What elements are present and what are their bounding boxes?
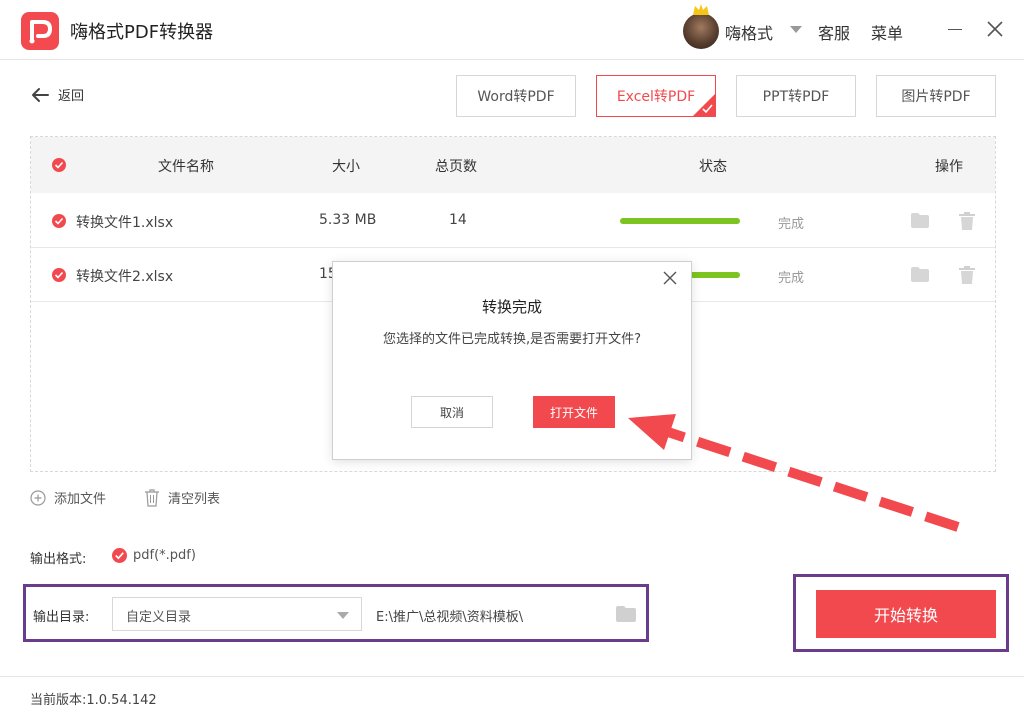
format-check-icon bbox=[112, 548, 127, 563]
output-dir-select-value: 自定义目录 bbox=[126, 610, 192, 625]
service-button[interactable]: 客服 bbox=[818, 20, 850, 44]
progress-bar bbox=[620, 218, 740, 224]
menu-button[interactable]: 菜单 bbox=[871, 20, 903, 44]
tab-ppt-to-pdf[interactable]: PPT转PDF bbox=[736, 75, 856, 117]
clear-list-button[interactable]: 清空列表 bbox=[144, 488, 220, 507]
footer: 当前版本:1.0.54.142 bbox=[0, 676, 1024, 720]
folder-icon[interactable] bbox=[616, 606, 636, 622]
trash-icon[interactable] bbox=[959, 266, 975, 284]
tab-label: Excel转PDF bbox=[616, 89, 696, 105]
file-pages: 14 bbox=[449, 212, 467, 228]
annotation-arrow-icon bbox=[628, 414, 960, 532]
list-header: 文件名称 大小 总页数 状态 操作 bbox=[31, 137, 995, 193]
clear-list-label: 清空列表 bbox=[168, 492, 221, 507]
app-logo-icon bbox=[21, 12, 59, 50]
header-name: 文件名称 bbox=[158, 159, 214, 175]
close-icon[interactable] bbox=[986, 20, 1004, 38]
folder-icon[interactable] bbox=[911, 213, 929, 228]
progress-fill bbox=[620, 218, 740, 224]
avatar[interactable] bbox=[683, 13, 719, 49]
output-dir-label: 输出目录: bbox=[33, 610, 90, 625]
cancel-button[interactable]: 取消 bbox=[411, 396, 493, 428]
add-circle-icon bbox=[30, 489, 46, 506]
dialog-title: 转换完成 bbox=[481, 298, 542, 316]
header-size: 大小 bbox=[332, 159, 360, 175]
header-status: 状态 bbox=[699, 159, 727, 175]
output-format-label: 输出格式: bbox=[30, 552, 87, 567]
status-text: 完成 bbox=[778, 217, 805, 232]
select-all-checkbox[interactable] bbox=[52, 158, 66, 172]
output-format-option[interactable]: pdf(*.pdf) bbox=[112, 548, 196, 563]
file-name: 转换文件1.xlsx bbox=[76, 215, 174, 231]
table-row[interactable]: 转换文件1.xlsx 5.33 MB 14 完成 bbox=[31, 194, 995, 248]
row-checkbox[interactable] bbox=[52, 268, 66, 282]
start-convert-button[interactable]: 开始转换 bbox=[816, 590, 996, 638]
minimize-icon[interactable] bbox=[948, 29, 962, 30]
trash-icon bbox=[145, 488, 159, 507]
dialog-message: 您选择的文件已完成转换,是否需要打开文件? bbox=[382, 332, 642, 347]
tab-check-icon bbox=[693, 94, 715, 116]
output-format-value: pdf(*.pdf) bbox=[133, 548, 196, 563]
chevron-down-icon bbox=[337, 612, 349, 619]
add-file-label: 添加文件 bbox=[54, 492, 107, 507]
folder-icon[interactable] bbox=[911, 267, 929, 282]
title-bar: 嗨格式PDF转换器 嗨格式 客服 菜单 bbox=[0, 0, 1024, 60]
output-dir-path: E:\推广\总视频\资料模板\ bbox=[376, 610, 524, 625]
tab-excel-to-pdf[interactable]: Excel转PDF bbox=[596, 75, 716, 117]
file-name: 转换文件2.xlsx bbox=[76, 269, 174, 285]
crown-icon bbox=[693, 4, 709, 15]
start-button-highlight: 开始转换 bbox=[793, 574, 1009, 652]
username[interactable]: 嗨格式 bbox=[725, 20, 773, 44]
trash-icon[interactable] bbox=[959, 212, 975, 230]
chevron-down-icon[interactable] bbox=[790, 26, 802, 33]
arrow-left-icon bbox=[32, 87, 49, 102]
row-checkbox[interactable] bbox=[52, 214, 66, 228]
header-actions: 操作 bbox=[935, 159, 963, 175]
tab-image-to-pdf[interactable]: 图片转PDF bbox=[876, 75, 996, 117]
output-dir-select[interactable]: 自定义目录 bbox=[112, 597, 362, 631]
app-title: 嗨格式PDF转换器 bbox=[70, 22, 214, 43]
file-size: 5.33 MB bbox=[319, 212, 377, 228]
status-text: 完成 bbox=[778, 271, 805, 286]
version-text: 当前版本:1.0.54.142 bbox=[30, 693, 157, 708]
header-pages: 总页数 bbox=[435, 159, 477, 175]
open-file-button[interactable]: 打开文件 bbox=[533, 396, 615, 428]
add-file-button[interactable]: 添加文件 bbox=[30, 488, 106, 507]
back-button[interactable]: 返回 bbox=[30, 85, 84, 104]
tab-word-to-pdf[interactable]: Word转PDF bbox=[456, 75, 576, 117]
output-dir-highlight: 输出目录: 自定义目录 E:\推广\总视频\资料模板\ bbox=[23, 584, 649, 642]
back-label: 返回 bbox=[58, 89, 85, 104]
close-icon[interactable] bbox=[663, 271, 677, 285]
